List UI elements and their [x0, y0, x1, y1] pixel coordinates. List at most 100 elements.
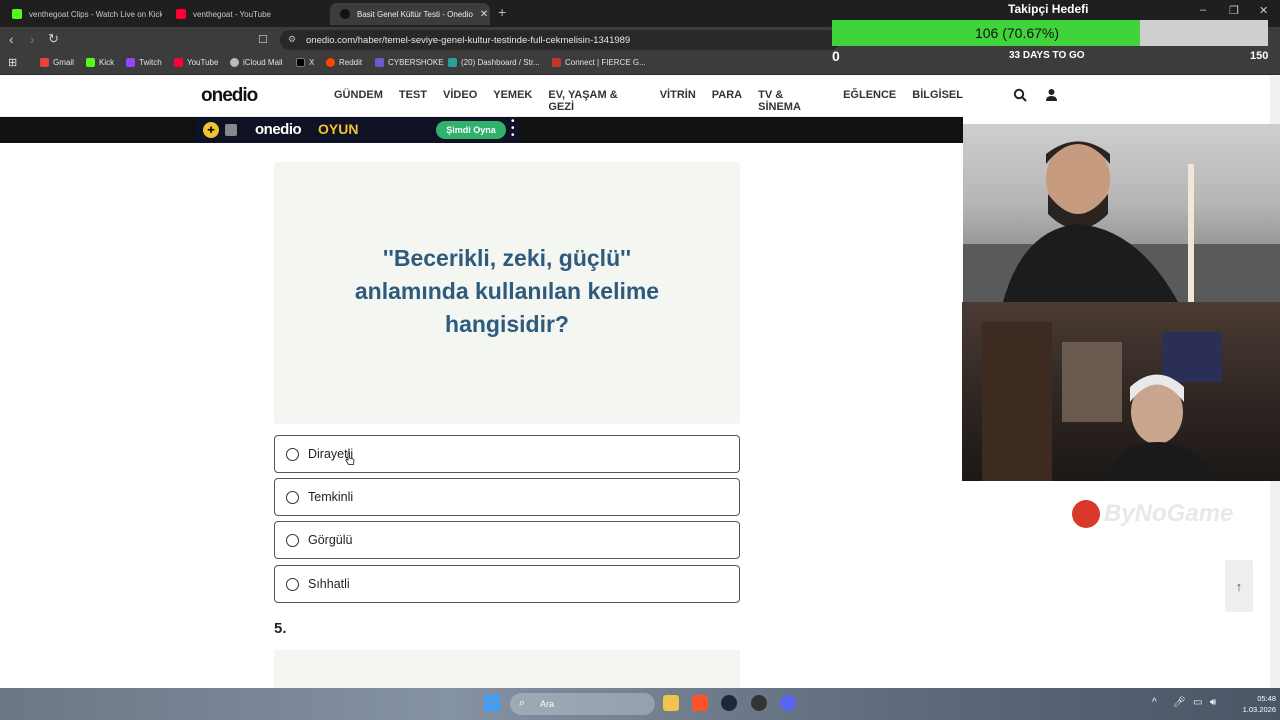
back-icon[interactable]: ‹: [9, 31, 14, 47]
minimize-icon[interactable]: –: [1200, 4, 1206, 16]
tab-title: venthegoat Clips - Watch Live on Kick: [29, 9, 162, 19]
next-question-card: [274, 650, 740, 688]
quiz-content: ''Becerikli, zeki, güçlü'' anlamında kul…: [0, 143, 963, 688]
discord-icon[interactable]: [780, 695, 796, 711]
more-vertical-icon[interactable]: • • •: [511, 117, 515, 141]
game-promo-banner[interactable]: ✚ onedio OYUN Şimdi Oyna • • •: [195, 117, 520, 143]
bookmark-gmail[interactable]: Gmail: [40, 58, 74, 67]
nav-vitrin[interactable]: VİTRİN: [660, 89, 696, 113]
webcam-person-image: [963, 141, 1280, 302]
question-card: ''Becerikli, zeki, güçlü'' anlamında kul…: [274, 162, 740, 424]
bookmark-kick[interactable]: Kick: [86, 58, 114, 67]
reload-icon[interactable]: ↻: [48, 31, 59, 47]
onedio-logo[interactable]: onedio: [201, 85, 258, 107]
nav-yemek[interactable]: YEMEK: [493, 89, 532, 113]
joystick-icon: ✚: [203, 122, 219, 138]
option-dirayetli[interactable]: Dirayetli: [274, 435, 740, 473]
bookmark-reddit[interactable]: Reddit: [326, 58, 362, 67]
tab-youtube[interactable]: venthegoat - YouTube: [166, 3, 326, 25]
bookmark-twitch[interactable]: Twitch: [126, 58, 162, 67]
windows-start-icon[interactable]: [484, 695, 500, 711]
option-gorgulu[interactable]: Görgülü: [274, 521, 740, 559]
bookmark-label: CYBERSHOKE: [388, 58, 444, 67]
brave-browser-icon[interactable]: [692, 695, 708, 711]
network-icon[interactable]: ▭: [1193, 697, 1202, 708]
url-input[interactable]: ⚙ onedio.com/haber/temel-seviye-genel-ku…: [280, 30, 840, 50]
nav-tv-sinema[interactable]: TV & SİNEMA: [758, 89, 827, 113]
close-window-icon[interactable]: ✕: [1259, 4, 1268, 17]
arrow-up-icon: ↑: [1235, 578, 1243, 594]
obs-icon[interactable]: [751, 695, 767, 711]
kick-icon: [86, 58, 95, 67]
apple-icon: [230, 58, 239, 67]
play-now-button[interactable]: Şimdi Oyna: [436, 121, 506, 139]
bookmark-cybershoke[interactable]: CYBERSHOKE: [375, 58, 444, 67]
option-temkinli[interactable]: Temkinli: [274, 478, 740, 516]
microphone-icon[interactable]: 🎤︎: [1173, 697, 1186, 708]
dashboard-icon: [448, 58, 457, 67]
tab-kick-clips[interactable]: venthegoat Clips - Watch Live on Kick: [2, 3, 162, 25]
promo-onedio-logo: onedio: [255, 121, 302, 138]
bookmark-x[interactable]: X: [296, 58, 314, 67]
follower-goal-min: 0: [832, 48, 840, 64]
volume-icon[interactable]: 🔊︎: [1210, 697, 1216, 708]
nav-para[interactable]: PARA: [712, 89, 742, 113]
bookmark-fierce[interactable]: Connect | FIERCE G...: [552, 58, 646, 67]
radio-icon[interactable]: [286, 490, 299, 504]
bookmark-youtube[interactable]: YouTube: [174, 58, 218, 67]
radio-icon[interactable]: [286, 533, 299, 547]
follower-goal-max: 150: [1250, 50, 1269, 62]
nav-bilgisel[interactable]: BİLGİSEL: [912, 89, 963, 113]
nav-eglence[interactable]: EĞLENCE: [843, 89, 896, 113]
gamepad-icon: [225, 124, 237, 136]
bookmark-label: (20) Dashboard / Str...: [461, 58, 540, 67]
tab-onedio-active[interactable]: Basit Genel Kültür Testi - Onedio ✕: [330, 3, 490, 25]
cybershoke-icon: [375, 58, 384, 67]
twitch-icon: [126, 58, 135, 67]
clock-date: 1.03.2026: [1242, 705, 1276, 714]
bookmark-label: Gmail: [53, 58, 74, 67]
taskbar-search-placeholder: Ara: [540, 699, 555, 709]
url-text: onedio.com/haber/temel-seviye-genel-kult…: [306, 34, 631, 46]
webcam-feed-bottom: [962, 302, 1280, 481]
close-tab-icon[interactable]: ✕: [480, 9, 488, 20]
nav-test[interactable]: TEST: [399, 89, 427, 113]
nav-video[interactable]: VİDEO: [443, 89, 477, 113]
radio-icon[interactable]: [286, 447, 299, 461]
file-explorer-icon[interactable]: [663, 695, 679, 711]
site-info-icon[interactable]: ⚙: [288, 34, 296, 45]
new-tab-icon[interactable]: +: [498, 4, 506, 20]
webcam-feed-top: [963, 124, 1280, 302]
bynogame-logo-icon: [1072, 500, 1100, 528]
bookmark-label: YouTube: [187, 58, 219, 67]
user-icon[interactable]: [1045, 88, 1058, 102]
forward-icon[interactable]: ›: [30, 31, 35, 47]
follower-goal-days: 33 DAYS TO GO: [1009, 50, 1085, 61]
nav-gundem[interactable]: GÜNDEM: [334, 89, 383, 113]
bookmark-label: Connect | FIERCE G...: [565, 58, 646, 67]
steam-icon[interactable]: [721, 695, 737, 711]
webcam-room-image: [982, 322, 1222, 481]
taskbar-clock[interactable]: 05:48 1.03.2026: [1226, 693, 1276, 715]
follower-goal-title: Takipçi Hedefi: [1008, 2, 1089, 16]
bookmark-label: X: [309, 58, 315, 67]
bookmark-icloud[interactable]: iCloud Mail: [230, 58, 283, 67]
scroll-to-top-button[interactable]: ↑: [1225, 560, 1253, 612]
tab-title: Basit Genel Kültür Testi - Onedio: [357, 9, 473, 19]
nav-ev-yasam-gezi[interactable]: EV, YAŞAM & GEZİ: [548, 89, 643, 113]
option-sihhatli[interactable]: Sıhhatli: [274, 565, 740, 603]
search-icon: ⌕: [519, 697, 526, 709]
option-label: Sıhhatli: [308, 577, 350, 591]
taskbar-search-input[interactable]: ⌕ Ara: [510, 693, 655, 715]
bookmark-dashboard[interactable]: (20) Dashboard / Str...: [448, 58, 540, 67]
option-label: Temkinli: [308, 490, 354, 504]
radio-icon[interactable]: [286, 577, 299, 591]
hand-cursor-icon: [345, 452, 355, 465]
bookmark-star-icon[interactable]: ☐: [258, 33, 268, 46]
restore-icon[interactable]: ❐: [1229, 4, 1239, 17]
site-header: onedio GÜNDEM TEST VİDEO YEMEK EV, YAŞAM…: [0, 76, 1057, 117]
apps-grid-icon[interactable]: ⊞: [8, 56, 17, 69]
tray-chevron-up-icon[interactable]: ^: [1152, 697, 1157, 708]
search-icon[interactable]: [1013, 88, 1027, 102]
next-question-number: 5.: [274, 620, 287, 637]
